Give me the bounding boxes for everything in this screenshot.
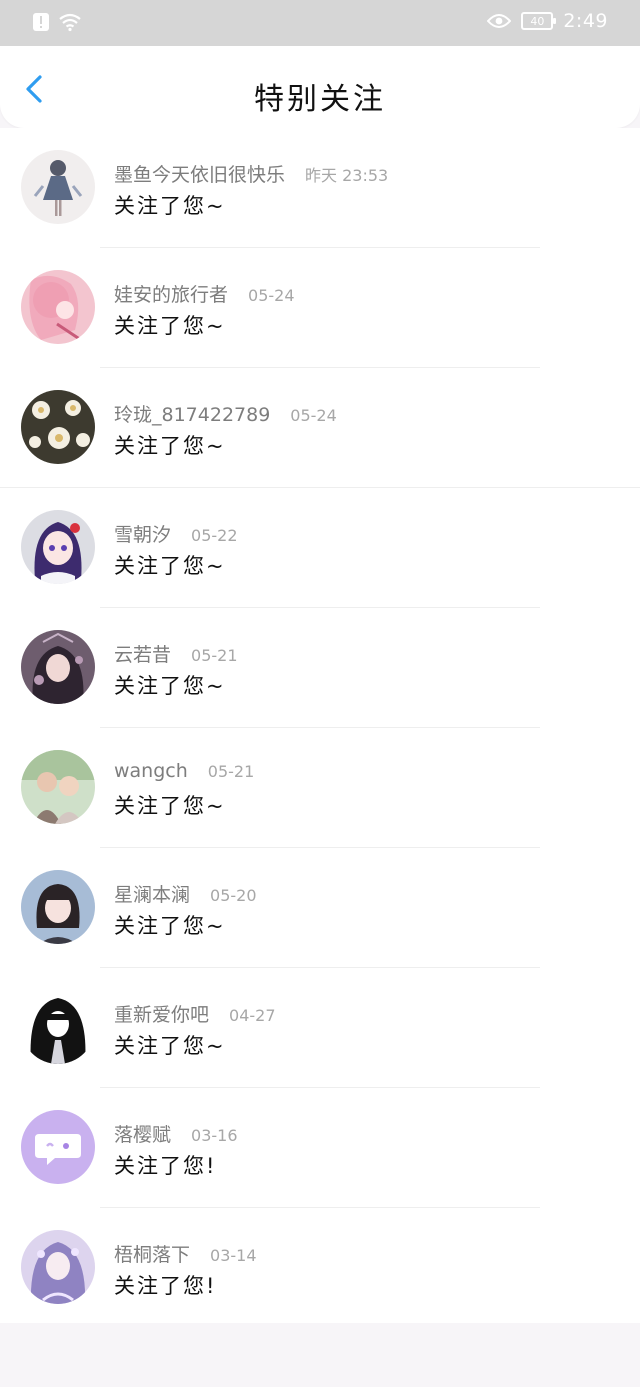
avatar-default-chat[interactable] — [21, 1110, 95, 1184]
user-name: 墨鱼今天依旧很快乐 — [114, 164, 286, 186]
message-text: 关注了您~ — [114, 674, 226, 698]
avatar-pink-anime[interactable] — [21, 270, 95, 344]
timestamp: 昨天 23:53 — [305, 166, 389, 185]
message-text: 关注了您~ — [114, 434, 226, 458]
list-item[interactable]: 娃安的旅行者 05-24 关注了您~ — [0, 248, 640, 368]
timestamp: 05-24 — [248, 286, 295, 305]
list-item[interactable]: 玲珑_817422789 05-24 关注了您~ — [0, 368, 640, 488]
eye-icon — [487, 14, 512, 28]
avatar-photo-couple[interactable] — [21, 750, 95, 824]
list-item[interactable]: 墨鱼今天依旧很快乐 昨天 23:53 关注了您~ — [0, 128, 640, 248]
message-text: 关注了您! — [114, 1274, 217, 1298]
status-bar: 40 2:49 — [0, 0, 640, 46]
message-text: 关注了您~ — [114, 914, 226, 938]
message-text: 关注了您~ — [114, 314, 226, 338]
avatar-purple-hair[interactable] — [21, 510, 95, 584]
battery-level: 40 — [530, 14, 545, 28]
user-name: 雪朝汐 — [114, 524, 172, 546]
list-item[interactable]: 星澜本澜 05-20 关注了您~ — [0, 848, 640, 968]
user-name: 重新爱你吧 — [114, 1004, 210, 1026]
user-name: 娃安的旅行者 — [114, 284, 229, 306]
wifi-icon — [59, 13, 81, 32]
avatar-black-hair[interactable] — [21, 990, 95, 1064]
user-name: 玲珑_817422789 — [114, 404, 271, 426]
timestamp: 03-16 — [191, 1126, 238, 1145]
page-title: 特别关注 — [254, 82, 386, 117]
timestamp: 05-20 — [210, 886, 257, 905]
user-name: 落樱赋 — [114, 1124, 172, 1146]
timestamp: 05-21 — [191, 646, 238, 665]
list-item[interactable]: 落樱赋 03-16 关注了您! — [0, 1088, 640, 1208]
follow-list: 墨鱼今天依旧很快乐 昨天 23:53 关注了您~ 娃安的旅行者 05-24 关注… — [0, 128, 640, 1323]
timestamp: 03-14 — [210, 1246, 257, 1265]
timestamp: 04-27 — [229, 1006, 276, 1025]
clock: 2:49 — [563, 10, 608, 32]
message-text: 关注了您~ — [114, 794, 226, 818]
list-item[interactable]: 梧桐落下 03-14 关注了您! — [0, 1208, 640, 1328]
list-item[interactable]: wangch 05-21 关注了您~ — [0, 728, 640, 848]
list-item[interactable]: 重新爱你吧 04-27 关注了您~ — [0, 968, 640, 1088]
timestamp: 05-22 — [191, 526, 238, 545]
user-name: 星澜本澜 — [114, 884, 191, 906]
message-text: 关注了您~ — [114, 1034, 226, 1058]
avatar-girl-dress[interactable] — [21, 150, 95, 224]
avatar-flowers[interactable] — [21, 390, 95, 464]
avatar-lavender-anime[interactable] — [21, 1230, 95, 1304]
alert-icon — [33, 13, 49, 31]
avatar-dark-portrait[interactable] — [21, 630, 95, 704]
message-text: 关注了您~ — [114, 194, 226, 218]
bottom-background — [0, 1323, 640, 1387]
message-text: 关注了您! — [114, 1154, 217, 1178]
list-item[interactable]: 雪朝汐 05-22 关注了您~ — [0, 488, 640, 608]
user-name: 梧桐落下 — [114, 1244, 191, 1266]
avatar-bob-hair[interactable] — [21, 870, 95, 944]
battery-icon: 40 — [521, 12, 557, 30]
message-text: 关注了您~ — [114, 554, 226, 578]
timestamp: 05-24 — [290, 406, 337, 425]
timestamp: 05-21 — [207, 762, 255, 781]
user-name: 云若昔 — [114, 644, 172, 666]
list-item[interactable]: 云若昔 05-21 关注了您~ — [0, 608, 640, 728]
user-name: wangch — [114, 760, 188, 782]
top-nav-bar: 特别关注 — [0, 46, 640, 128]
